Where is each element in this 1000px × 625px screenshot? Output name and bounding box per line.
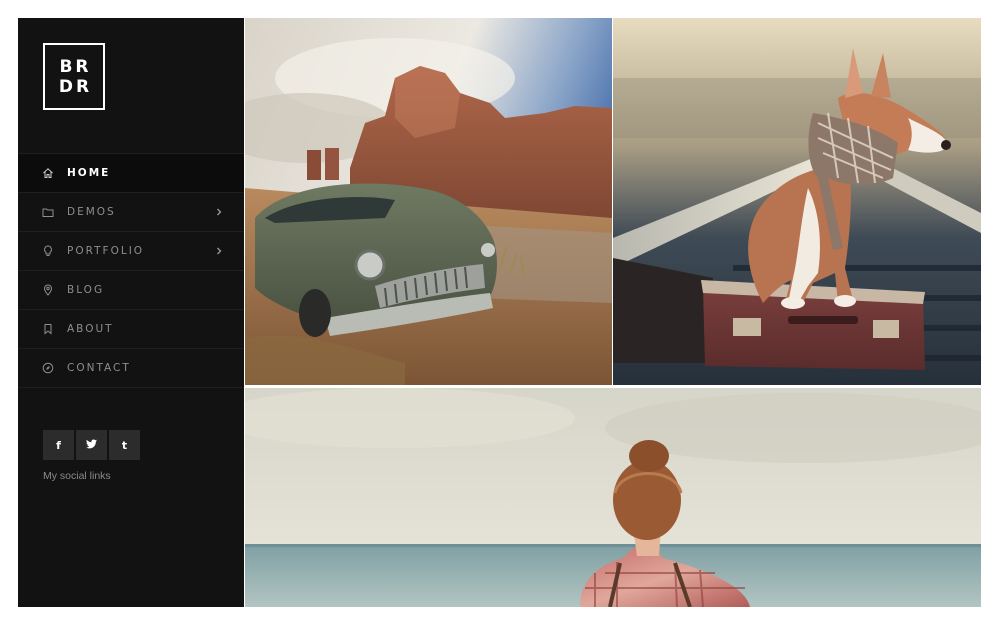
nav-label: PORTFOLIO [67, 245, 145, 257]
chevron-right-icon [215, 206, 223, 218]
nav-label: CONTACT [67, 362, 131, 374]
nav-item-contact[interactable]: CONTACT [18, 349, 244, 388]
chevron-right-icon [215, 245, 223, 257]
page-frame: BR DR HOME DEMOS PORTFOLIO BLOG ABOUT CO… [18, 18, 981, 607]
dog-photo [613, 18, 981, 385]
folder-icon [42, 206, 54, 218]
compass-icon [42, 362, 54, 374]
nav-item-about[interactable]: ABOUT [18, 310, 244, 349]
home-icon [42, 167, 54, 179]
nav-label: DEMOS [67, 206, 116, 218]
gallery-tile-sea[interactable] [245, 388, 981, 607]
logo-line-1: BR [59, 56, 92, 77]
bookmark-icon [42, 323, 54, 335]
pin-icon [42, 284, 54, 296]
twitter-icon [86, 438, 97, 452]
facebook-button[interactable]: f [43, 430, 74, 460]
nav-item-demos[interactable]: DEMOS [18, 193, 244, 232]
nav-item-blog[interactable]: BLOG [18, 271, 244, 310]
social-links-label: My social links [43, 470, 111, 482]
sidebar: BR DR HOME DEMOS PORTFOLIO BLOG ABOUT CO… [18, 18, 244, 607]
tumblr-button[interactable]: t [109, 430, 140, 460]
twitter-button[interactable] [76, 430, 107, 460]
nav-item-home[interactable]: HOME [18, 154, 244, 193]
tumblr-icon: t [121, 438, 128, 452]
gallery-tile-dog[interactable] [613, 18, 981, 385]
nav-item-portfolio[interactable]: PORTFOLIO [18, 232, 244, 271]
social-links: f t [43, 430, 140, 460]
site-logo[interactable]: BR DR [43, 43, 105, 110]
gallery-tile-car[interactable] [245, 18, 612, 385]
car-photo [245, 18, 612, 385]
nav-label: ABOUT [67, 323, 114, 335]
lightbulb-icon [42, 245, 54, 257]
nav-label: BLOG [67, 284, 105, 296]
facebook-icon: f [56, 438, 61, 452]
main-nav: HOME DEMOS PORTFOLIO BLOG ABOUT CONTACT [18, 153, 244, 388]
logo-line-2: DR [58, 76, 93, 97]
sea-photo [245, 388, 981, 607]
nav-label: HOME [67, 167, 111, 179]
